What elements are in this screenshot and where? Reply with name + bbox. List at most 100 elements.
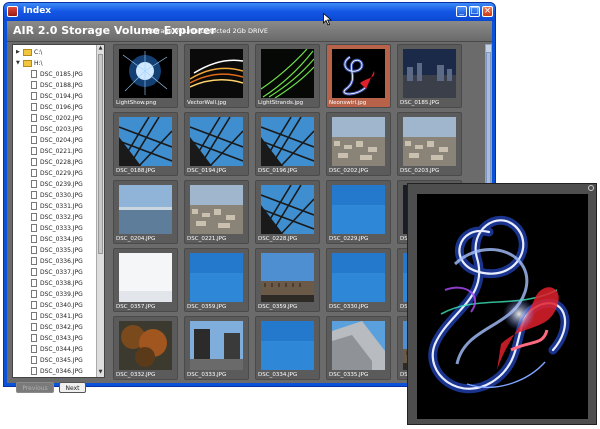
preview-close-icon[interactable]: [588, 185, 594, 191]
close-icon[interactable]: ×: [482, 6, 493, 17]
tree-file-item[interactable]: DSC_0331.JPG: [31, 201, 83, 211]
thumbnail-tile[interactable]: DSC_0332.JPG: [113, 316, 178, 380]
tree-file-item[interactable]: DSC_0204.JPG: [31, 135, 83, 145]
tree-file-item[interactable]: DSC_0203.JPG: [31, 124, 83, 134]
file-icon: [31, 81, 37, 89]
thumbnail-tile[interactable]: DSC_0204.JPG: [113, 180, 178, 244]
thumbnail-caption: DSC_0194.JPG: [187, 168, 227, 174]
image-preview-popup[interactable]: [407, 183, 597, 425]
tree-file-item[interactable]: DSC_0347.JPG: [31, 377, 83, 378]
thumbnail-caption: DSC_0203.JPG: [400, 168, 440, 174]
app-icon[interactable]: [7, 6, 18, 17]
thumbnail-tile[interactable]: DSC_0333.JPG: [184, 316, 249, 380]
thumbnail-tile[interactable]: DSC_0221.JPG: [184, 180, 249, 244]
tree-file-item[interactable]: DSC_0340.JPG: [31, 300, 83, 310]
tree-file-item[interactable]: DSC_0330.JPG: [31, 190, 83, 200]
tree-file-item[interactable]: DSC_0343.JPG: [31, 333, 83, 343]
tree-scrollbar[interactable]: ▲ ▼: [96, 45, 104, 377]
thumbnail-tile[interactable]: DSC_0185.JPG: [397, 44, 462, 108]
scroll-up-icon[interactable]: ▲: [97, 45, 104, 53]
thumbnail-tile[interactable]: DSC_0330.JPG: [326, 248, 391, 312]
tree-file-item[interactable]: DSC_0188.JPG: [31, 80, 83, 90]
tree-item-label: DSC_0334.JPG: [40, 235, 83, 243]
tree-item-label: DSC_0202.JPG: [40, 114, 83, 122]
tree-item-label: DSC_0339.JPG: [40, 290, 83, 298]
tree-file-item[interactable]: DSC_0239.JPG: [31, 179, 83, 189]
thumbnail-tile[interactable]: DSC_0359.JPG: [255, 248, 320, 312]
drive-status: Storage Volume Detected 2Gb DRIVE: [147, 27, 268, 35]
scroll-down-icon[interactable]: ▼: [97, 369, 104, 377]
thumbnail-tile[interactable]: DSC_0196.JPG: [255, 112, 320, 176]
expanded-arrow-icon[interactable]: ▼: [16, 60, 23, 66]
thumbnail-tile[interactable]: DSC_0203.JPG: [397, 112, 462, 176]
thumbnail-tile[interactable]: DSC_0228.JPG: [255, 180, 320, 244]
tree-file-item[interactable]: DSC_0185.JPG: [31, 69, 83, 79]
thumbnail-caption: DSC_0202.JPG: [329, 168, 369, 174]
file-icon: [31, 224, 37, 232]
thumbnail-tile[interactable]: DSC_0359.JPG: [184, 248, 249, 312]
tree-item-label: DSC_0332.JPG: [40, 213, 83, 221]
thumbnail-tile[interactable]: LightStrands.jpg: [255, 44, 320, 108]
next-button[interactable]: Next: [59, 382, 86, 393]
maximize-icon[interactable]: □: [469, 6, 480, 17]
tree-file-item[interactable]: DSC_0339.JPG: [31, 289, 83, 299]
thumbnail-image: [332, 321, 385, 370]
thumbnail-tile[interactable]: DSC_0202.JPG: [326, 112, 391, 176]
tree-file-item[interactable]: DSC_0344.JPG: [31, 344, 83, 354]
file-tree[interactable]: ▲ ▼ ▶ C:\ ▼ H:\ DSC_0185.JPG DSC_0188.JPG DSC_…: [12, 44, 105, 378]
tree-item-label: DSC_0229.JPG: [40, 169, 83, 177]
tree-file-item[interactable]: DSC_0228.JPG: [31, 157, 83, 167]
tree-item-label: C:\: [34, 48, 43, 56]
thumbnail-tile[interactable]: Neonswirl.jpg: [326, 44, 391, 108]
minimize-icon[interactable]: _: [456, 6, 467, 17]
tree-file-item[interactable]: DSC_0334.JPG: [31, 234, 83, 244]
tree-item-label: DSC_0239.JPG: [40, 180, 83, 188]
previous-button[interactable]: Previous: [16, 382, 54, 393]
thumbnail-tile[interactable]: DSC_0334.JPG: [255, 316, 320, 380]
tree-file-item[interactable]: DSC_0341.JPG: [31, 311, 83, 321]
title-bar[interactable]: Index _ □ ×: [4, 3, 495, 21]
tree-file-item[interactable]: DSC_0338.JPG: [31, 278, 83, 288]
tree-file-item[interactable]: DSC_0345.JPG: [31, 355, 83, 365]
tree-scroll-thumb[interactable]: [98, 54, 103, 254]
thumbnail-caption: LightShow.png: [116, 100, 157, 106]
file-icon: [31, 158, 37, 166]
tree-item-label: DSC_0345.JPG: [40, 356, 83, 364]
thumbnail-image: [119, 49, 172, 98]
tree-item-label: DSC_0221.JPG: [40, 147, 83, 155]
tree-drive[interactable]: ▼ H:\: [16, 58, 43, 68]
file-icon: [31, 235, 37, 243]
tree-file-item[interactable]: DSC_0196.JPG: [31, 102, 83, 112]
thumbnail-tile[interactable]: DSC_0194.JPG: [184, 112, 249, 176]
tree-item-label: DSC_0341.JPG: [40, 312, 83, 320]
thumbnail-caption: DSC_0221.JPG: [187, 236, 227, 242]
thumbnail-tile[interactable]: DSC_0188.JPG: [113, 112, 178, 176]
tree-item-label: DSC_0344.JPG: [40, 345, 83, 353]
thumbnail-caption: DSC_0330.JPG: [329, 304, 369, 310]
tree-file-item[interactable]: DSC_0229.JPG: [31, 168, 83, 178]
tree-item-label: DSC_0340.JPG: [40, 301, 83, 309]
tree-drive[interactable]: ▶ C:\: [16, 47, 42, 57]
tree-file-item[interactable]: DSC_0336.JPG: [31, 256, 83, 266]
grid-scroll-thumb[interactable]: [486, 52, 491, 202]
tree-file-item[interactable]: DSC_0202.JPG: [31, 113, 83, 123]
arrow-cursor-icon: [323, 13, 332, 26]
preview-image: [417, 194, 588, 419]
thumbnail-tile[interactable]: LightShow.png: [113, 44, 178, 108]
tree-file-item[interactable]: DSC_0333.JPG: [31, 223, 83, 233]
tree-file-item[interactable]: DSC_0335.JPG: [31, 245, 83, 255]
thumbnail-tile[interactable]: DSC_0357.JPG: [113, 248, 178, 312]
tree-file-item[interactable]: DSC_0342.JPG: [31, 322, 83, 332]
thumbnail-tile[interactable]: DSC_0335.JPG: [326, 316, 391, 380]
tree-file-item[interactable]: DSC_0346.JPG: [31, 366, 83, 376]
tree-file-item[interactable]: DSC_0332.JPG: [31, 212, 83, 222]
thumbnail-caption: DSC_0204.JPG: [116, 236, 156, 242]
tree-file-item[interactable]: DSC_0194.JPG: [31, 91, 83, 101]
thumbnail-caption: DSC_0188.JPG: [116, 168, 156, 174]
thumbnail-tile[interactable]: VectorWall.jpg: [184, 44, 249, 108]
collapsed-arrow-icon[interactable]: ▶: [16, 49, 23, 55]
tree-file-item[interactable]: DSC_0221.JPG: [31, 146, 83, 156]
tree-file-item[interactable]: DSC_0337.JPG: [31, 267, 83, 277]
thumbnail-tile[interactable]: DSC_0229.JPG: [326, 180, 391, 244]
tree-item-label: DSC_0342.JPG: [40, 323, 83, 331]
